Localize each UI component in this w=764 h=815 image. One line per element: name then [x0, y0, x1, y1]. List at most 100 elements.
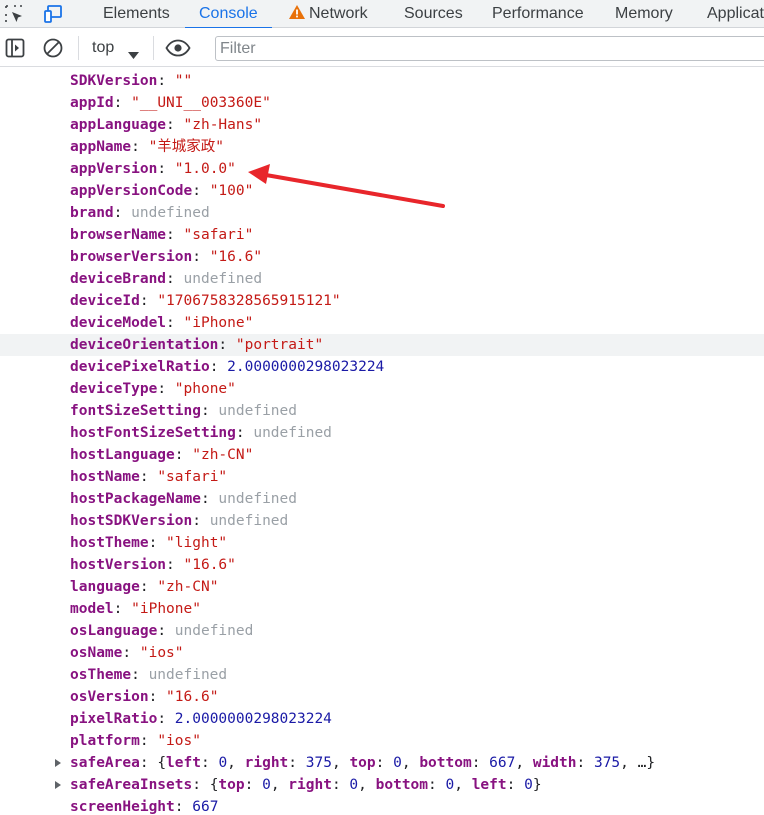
tab-application[interactable]: Applicat [707, 0, 764, 28]
console-property-row: osName: "ios" [0, 642, 764, 664]
expand-triangle-icon[interactable] [55, 759, 61, 767]
caret-down-icon [128, 45, 139, 67]
console-property-row: hostPackageName: undefined [0, 488, 764, 510]
tab-sources[interactable]: Sources [404, 0, 463, 28]
property-key: hostTheme [70, 535, 149, 551]
property-key: deviceOrientation [70, 337, 219, 353]
separator: : [148, 689, 167, 705]
separator: : [139, 579, 158, 595]
tab-network[interactable]: Network [288, 0, 368, 28]
console-property-row: browserName: "safari" [0, 224, 764, 246]
separator: : [174, 447, 193, 463]
tab-performance[interactable]: Performance [492, 0, 584, 28]
separator: : [200, 403, 219, 419]
object-preview-part: : [506, 777, 525, 793]
console-property-row: hostFontSizeSetting: undefined [0, 422, 764, 444]
property-key: safeArea [70, 755, 140, 771]
property-key: hostVersion [70, 557, 167, 573]
separator: : [166, 227, 184, 243]
separator: : [113, 601, 132, 617]
property-value: undefined [218, 403, 297, 419]
object-preview-part: right [288, 777, 332, 793]
separator: : [200, 491, 219, 507]
expand-triangle-icon[interactable] [55, 781, 61, 789]
separator: : [192, 777, 210, 793]
property-value: undefined [131, 205, 210, 221]
eye-icon[interactable] [165, 38, 191, 63]
separator: : [139, 293, 158, 309]
console-object-row[interactable]: safeAreaInsets: {top: 0, right: 0, botto… [0, 774, 764, 796]
property-value: undefined [183, 271, 263, 287]
property-key: SDKVersion [70, 73, 158, 89]
console-toolbar: top [0, 28, 764, 67]
object-preview-part: : [375, 755, 394, 771]
console-property-row: fontSizeSetting: undefined [0, 400, 764, 422]
property-key: hostSDKVersion [70, 513, 193, 529]
tab-label: Applicat [707, 5, 764, 22]
property-key: hostPackageName [70, 491, 201, 507]
object-preview-part: , [515, 755, 533, 771]
property-key: appId [70, 95, 114, 111]
object-preview-part: , [401, 755, 420, 771]
property-value: undefined [209, 513, 289, 529]
property-value: "iPhone" [131, 601, 201, 617]
property-value: "safari" [183, 227, 254, 243]
inspect-element-icon[interactable] [3, 3, 25, 25]
console-property-row: hostVersion: "16.6" [0, 554, 764, 576]
context-selector[interactable]: top [92, 37, 139, 59]
property-value: "portrait" [235, 337, 324, 353]
property-value: "zh-CN" [157, 579, 219, 595]
device-toolbar-icon[interactable] [42, 3, 64, 25]
separator: : [131, 667, 149, 683]
separator: : [157, 381, 175, 397]
console-property-row: deviceBrand: undefined [0, 268, 764, 290]
object-preview-part: 667 [489, 755, 516, 771]
property-key: appLanguage [70, 117, 167, 133]
property-value: undefined [218, 491, 297, 507]
separator: : [209, 359, 228, 375]
object-preview-part: 0 [393, 755, 402, 771]
object-preview-part: 0 [524, 777, 533, 793]
console-property-row: deviceOrientation: "portrait" [0, 334, 764, 356]
property-value: "safari" [157, 469, 228, 485]
property-key: osVersion [70, 689, 149, 705]
tab-label: Memory [615, 5, 673, 22]
tab-elements[interactable]: Elements [103, 0, 170, 28]
console-property-row: deviceId: "1706758328565915121" [0, 290, 764, 312]
tab-memory[interactable]: Memory [615, 0, 673, 28]
property-key: appVersion [70, 161, 158, 177]
property-value: "phone" [174, 381, 236, 397]
property-key: osTheme [70, 667, 132, 683]
object-preview-part: 0 [349, 777, 359, 793]
console-property-row: platform: "ios" [0, 730, 764, 752]
property-key: safeAreaInsets [70, 777, 193, 793]
property-value: undefined [174, 623, 254, 639]
separator: : [157, 161, 175, 177]
clear-console-icon[interactable] [42, 37, 64, 64]
console-property-row: SDKVersion: "" [0, 70, 764, 92]
separator: : [192, 513, 210, 529]
console-object-row[interactable]: safeArea: {left: 0, right: 375, top: 0 , … [0, 752, 764, 774]
property-value: "light" [166, 535, 228, 551]
object-preview-part: 375 [305, 755, 332, 771]
property-value: "16.6" [166, 689, 219, 705]
property-key: deviceBrand [70, 271, 167, 287]
object-preview-part: : [288, 755, 306, 771]
object-preview-part: 0 [445, 777, 455, 793]
object-preview-part: left [166, 755, 201, 771]
object-preview-part: top [349, 755, 376, 771]
property-value: "羊城家政" [148, 139, 225, 155]
filter-input[interactable] [215, 36, 764, 61]
object-preview-part: top [218, 777, 245, 793]
separator: : [139, 755, 158, 771]
property-key: pixelRatio [70, 711, 158, 727]
property-value: "16.6" [183, 557, 236, 573]
object-preview-part: : [428, 777, 446, 793]
separator: : [166, 315, 184, 331]
separator: : [113, 205, 132, 221]
separator: : [192, 183, 210, 199]
tab-console[interactable]: Console [185, 0, 272, 29]
console-property-row: hostTheme: "light" [0, 532, 764, 554]
sidebar-toggle-icon[interactable] [4, 37, 26, 64]
property-value: "1.0.0" [174, 161, 236, 177]
